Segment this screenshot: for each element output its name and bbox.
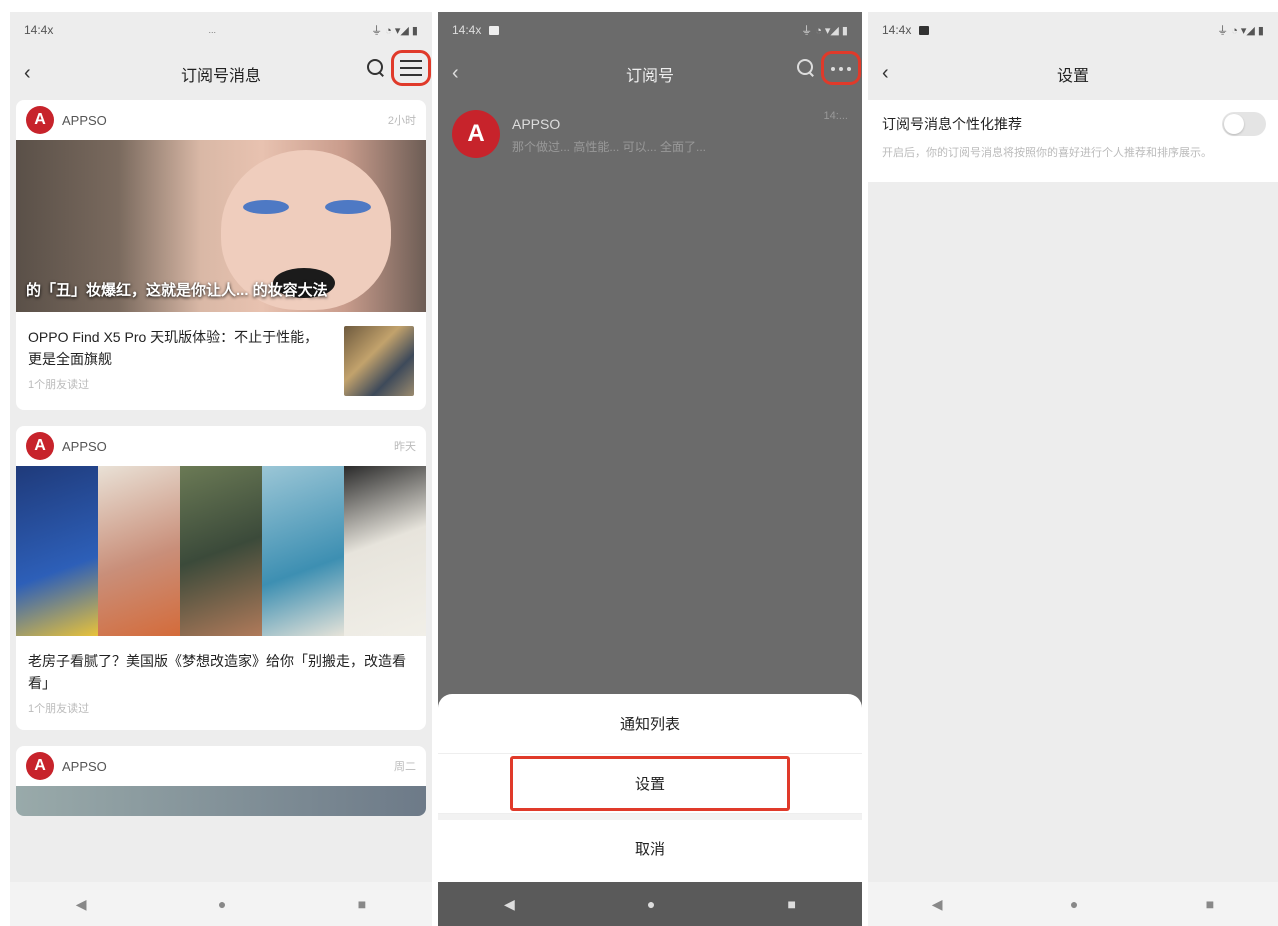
- article-card[interactable]: A APPSO 昨天 老房子看腻了？美国版《梦想改造家》给你「别搬走，改造看看」…: [16, 426, 426, 730]
- top-navbar: ‹ 订阅号消息: [10, 48, 432, 100]
- appso-logo-icon: A: [26, 752, 54, 780]
- card-time: 周二: [394, 761, 416, 773]
- nav-recent-icon[interactable]: ■: [1206, 896, 1214, 912]
- status-time: 14:4x: [24, 23, 54, 37]
- subscription-list-screen: 14:4x ⏚ ◔ ▾◢ ▮ ‹ 订阅号 A APPSO 那个做过... 高性能…: [438, 12, 862, 926]
- appso-logo-icon: A: [452, 110, 500, 158]
- item-title: 老房子看腻了？美国版《梦想改造家》给你「别搬走，改造看看」: [28, 653, 406, 691]
- subscription-messages-screen: 14:4x ... ⏚ ◔ ▾◢ ▮ ‹ 订阅号消息 A APPSO 2小时 的…: [10, 12, 432, 926]
- more-icon[interactable]: [821, 51, 861, 85]
- nav-back-icon[interactable]: ◀: [76, 896, 87, 913]
- status-icons: ⏚ ◔ ▾◢ ▮: [801, 25, 848, 37]
- hero-image[interactable]: [16, 786, 426, 816]
- article-card[interactable]: A APPSO 周二: [16, 746, 426, 816]
- appso-logo-icon: A: [26, 106, 54, 134]
- setting-title: 订阅号消息个性化推荐: [882, 116, 1022, 132]
- status-center: ...: [208, 25, 216, 35]
- top-navbar: ‹ 设置: [868, 48, 1278, 100]
- settings-option[interactable]: 设置: [438, 754, 862, 814]
- nav-home-icon[interactable]: ●: [647, 896, 655, 912]
- status-icons: ⏚ ◔ ▾◢ ▮: [1217, 25, 1264, 37]
- item-thumbnail: [344, 326, 414, 396]
- item-meta: 1个朋友读过: [28, 379, 90, 391]
- item-title: OPPO Find X5 Pro 天玑版体验：不止于性能，更是全面旗舰: [28, 329, 319, 367]
- page-title: 订阅号: [625, 68, 674, 85]
- notification-list-option[interactable]: 通知列表: [438, 694, 862, 754]
- nav-back-icon[interactable]: ◀: [932, 896, 943, 913]
- status-time: 14:4x: [452, 23, 500, 37]
- image-icon: [489, 26, 500, 36]
- list-item[interactable]: OPPO Find X5 Pro 天玑版体验：不止于性能，更是全面旗舰 1个朋友…: [16, 312, 426, 410]
- hero-image[interactable]: [16, 466, 426, 636]
- top-navbar: ‹ 订阅号: [438, 48, 862, 100]
- back-arrow-icon[interactable]: ‹: [452, 62, 459, 85]
- search-icon[interactable]: [366, 58, 386, 78]
- hero-image[interactable]: 的「丑」妆爆红，这就是你让人... 的妆容大法: [16, 140, 426, 312]
- brand-name: APPSO: [62, 438, 107, 454]
- image-icon: [919, 26, 930, 36]
- list-item[interactable]: 老房子看腻了？美国版《梦想改造家》给你「别搬走，改造看看」 1个朋友读过: [16, 636, 426, 730]
- appso-logo-icon: A: [26, 432, 54, 460]
- nav-home-icon[interactable]: ●: [218, 896, 226, 912]
- status-bar: 14:4x ⏚ ◔ ▾◢ ▮: [438, 12, 862, 48]
- list-item[interactable]: A APPSO 那个做过... 高性能... 可以... 全面了... 14:.…: [438, 100, 862, 168]
- search-icon[interactable]: [796, 58, 816, 78]
- brand-name: APPSO: [62, 112, 107, 128]
- nav-home-icon[interactable]: ●: [1070, 896, 1078, 912]
- status-bar: 14:4x ... ⏚ ◔ ▾◢ ▮: [10, 12, 432, 48]
- recommendation-toggle[interactable]: [1222, 112, 1266, 136]
- account-preview: 那个做过... 高性能... 可以... 全面了...: [512, 140, 707, 154]
- status-time: 14:4x: [882, 23, 930, 37]
- hero-caption: 的「丑」妆爆红，这就是你让人... 的妆容大法: [26, 282, 328, 299]
- cancel-option[interactable]: 取消: [438, 814, 862, 876]
- action-sheet: 通知列表 设置 取消: [438, 694, 862, 882]
- card-time: 2小时: [387, 115, 416, 127]
- system-nav-bar: ◀ ● ■: [868, 882, 1278, 926]
- brand-name: APPSO: [62, 758, 107, 774]
- status-icons: ⏚ ◔ ▾◢ ▮: [371, 25, 418, 37]
- status-bar: 14:4x ⏚ ◔ ▾◢ ▮: [868, 12, 1278, 48]
- menu-icon[interactable]: [391, 50, 431, 86]
- article-card[interactable]: A APPSO 2小时 的「丑」妆爆红，这就是你让人... 的妆容大法 OPPO…: [16, 100, 426, 410]
- personalized-recommendation-setting: 订阅号消息个性化推荐 开启后，你的订阅号消息将按照你的喜好进行个人推荐和排序展示…: [868, 100, 1278, 182]
- back-arrow-icon[interactable]: ‹: [24, 62, 31, 85]
- system-nav-bar: ◀ ● ■: [10, 882, 432, 926]
- nav-recent-icon[interactable]: ■: [358, 896, 366, 912]
- back-arrow-icon[interactable]: ‹: [882, 62, 889, 85]
- settings-screen: 14:4x ⏚ ◔ ▾◢ ▮ ‹ 设置 订阅号消息个性化推荐 开启后，你的订阅号…: [868, 12, 1278, 926]
- nav-recent-icon[interactable]: ■: [787, 896, 795, 912]
- list-time: 14:...: [823, 110, 848, 122]
- account-name: APPSO: [512, 116, 561, 132]
- card-time: 昨天: [394, 441, 416, 453]
- system-nav-bar: ◀ ● ■: [438, 882, 862, 926]
- page-title: 订阅号消息: [180, 68, 261, 85]
- setting-description: 开启后，你的订阅号消息将按照你的喜好进行个人推荐和排序展示。: [882, 147, 1212, 159]
- item-meta: 1个朋友读过: [28, 703, 90, 715]
- page-title: 设置: [1056, 68, 1089, 85]
- nav-back-icon[interactable]: ◀: [504, 896, 515, 913]
